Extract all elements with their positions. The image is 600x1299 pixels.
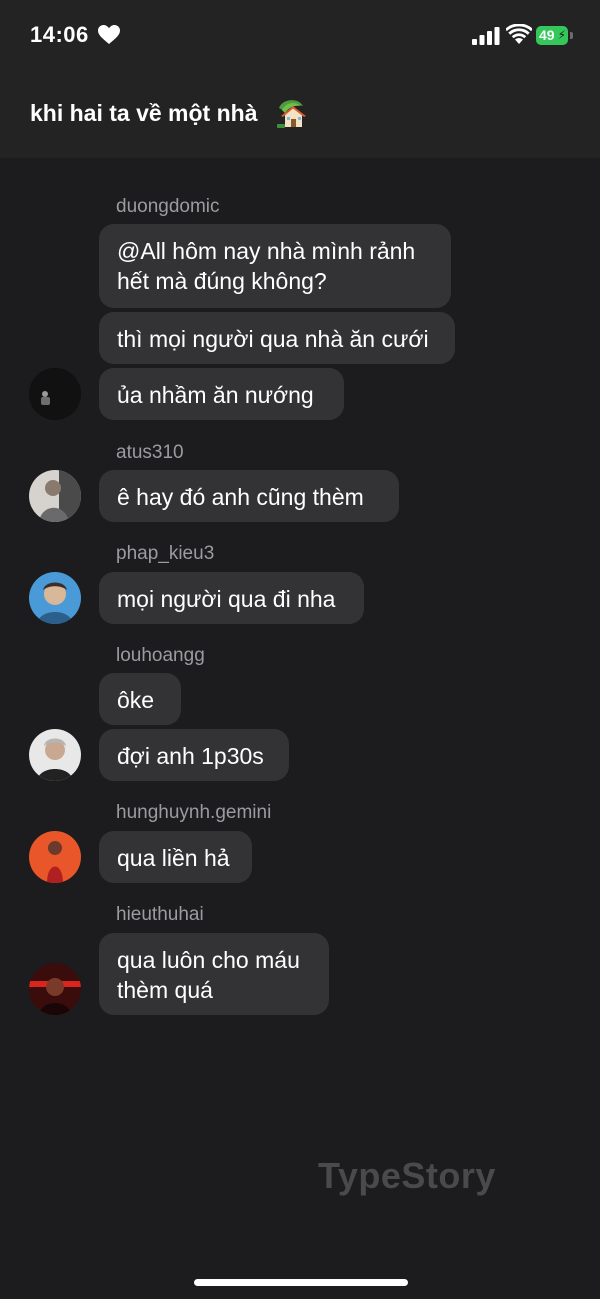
sender-name: phap_kieu3 (116, 543, 215, 564)
avatar-atus310[interactable] (29, 470, 81, 522)
watermark: TypeStory (318, 1155, 496, 1196)
status-bar: 14:06 49 ⚡ (0, 0, 600, 72)
avatar-hieuthuhai-image (29, 963, 81, 1015)
avatar-hieuthuhai[interactable] (29, 963, 81, 1015)
wifi-icon (506, 24, 532, 44)
sender-name: atus310 (116, 442, 184, 463)
heart-icon (98, 25, 120, 44)
message-bubble[interactable]: mọi người qua đi nha (99, 572, 364, 624)
avatar-phap_kieu3[interactable] (29, 572, 81, 624)
battery-cap (570, 32, 573, 39)
chat-title: khi hai ta về một nhà (30, 100, 258, 126)
avatar-hunghuynh-gemini-image (29, 831, 81, 883)
message-bubble[interactable]: ôke (99, 673, 181, 725)
avatar-louhoangg-image (29, 729, 81, 781)
charging-bolt-icon: ⚡ (557, 28, 566, 42)
chat-header: khi hai ta về một nhà (0, 72, 600, 158)
message-bubble[interactable]: @All hôm nay nhà mình rảnh hết mà đúng k… (99, 224, 451, 308)
home-indicator[interactable] (194, 1279, 408, 1286)
message-bubble[interactable]: qua luôn cho máu thèm quá (99, 933, 329, 1015)
avatar-duongdomic-image (29, 368, 81, 420)
battery-icon: 49 ⚡ (536, 26, 568, 45)
sender-name: hunghuynh.gemini (116, 802, 272, 823)
avatar-louhoangg[interactable] (29, 729, 81, 781)
avatar-duongdomic[interactable] (29, 368, 81, 420)
sender-name: duongdomic (116, 196, 220, 217)
avatar-hunghuynh-gemini[interactable] (29, 831, 81, 883)
message-bubble[interactable]: đợi anh 1p30s (99, 729, 289, 781)
house-with-garden-icon (277, 100, 306, 128)
sender-name: louhoangg (116, 645, 205, 666)
sender-name: hieuthuhai (116, 904, 204, 925)
status-time: 14:06 (30, 22, 89, 47)
cellular-signal-icon (472, 27, 500, 45)
avatar-phap_kieu3-image (29, 572, 81, 624)
message-bubble[interactable]: ủa nhầm ăn nướng (99, 368, 344, 420)
message-bubble[interactable]: ê hay đó anh cũng thèm (99, 470, 399, 522)
message-bubble[interactable]: thì mọi người qua nhà ăn cưới (99, 312, 455, 364)
avatar-atus310-image (29, 470, 81, 522)
battery-level: 49 (539, 27, 555, 43)
message-bubble[interactable]: qua liền hả (99, 831, 252, 883)
